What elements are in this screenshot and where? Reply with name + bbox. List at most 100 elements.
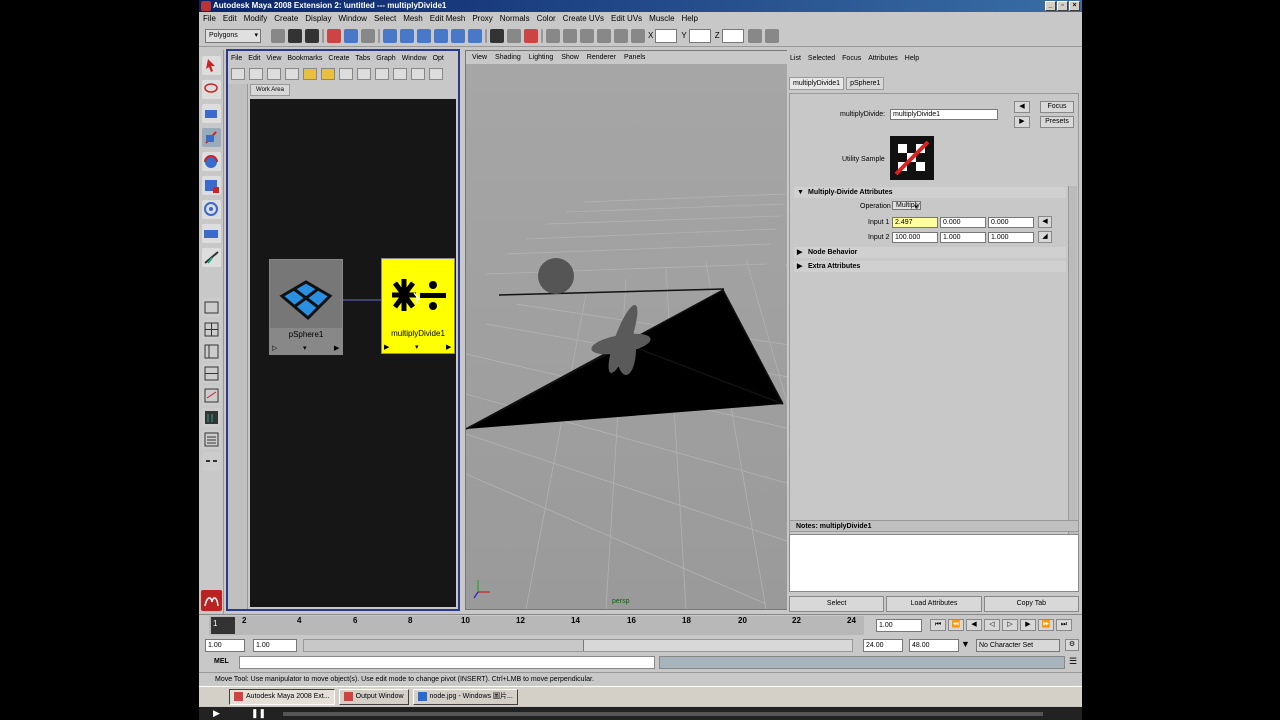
menu-edit-uvs[interactable]: Edit UVs — [611, 14, 642, 23]
ae-menu-selected[interactable]: Selected — [808, 55, 835, 67]
hs-layout-top-icon[interactable] — [249, 68, 263, 80]
step-forward-frame-icon[interactable]: ▶ — [1020, 619, 1036, 631]
menu-create-uvs[interactable]: Create UVs — [563, 14, 604, 23]
paint-select-tool-icon[interactable] — [202, 104, 221, 123]
z-input[interactable] — [721, 28, 744, 43]
mel-label[interactable]: MEL — [214, 658, 229, 665]
x-input[interactable] — [655, 28, 678, 43]
layout-four-icon[interactable] — [202, 320, 221, 339]
hs-io-conn-icon[interactable] — [411, 68, 425, 80]
tab-psphere1[interactable]: pSphere1 — [846, 77, 885, 90]
playback-start-field[interactable]: 1.00 — [253, 639, 297, 652]
render-settings-icon[interactable] — [524, 28, 538, 43]
node-expand-left-icon[interactable]: ▷ — [272, 344, 277, 352]
hs-layout-bottom-icon[interactable] — [267, 68, 281, 80]
attribute-editor-toggle-icon[interactable] — [614, 28, 628, 43]
step-forward-key-icon[interactable]: ⏩ — [1038, 619, 1054, 631]
go-to-end-icon[interactable]: ⏭ — [1056, 619, 1072, 631]
section-extra-attributes[interactable]: ▶ Extra Attributes — [794, 261, 1066, 272]
render-icon[interactable] — [490, 28, 504, 43]
input2-map-icon[interactable]: ◢ — [1038, 231, 1052, 243]
node-expand-icon[interactable]: ▾ — [415, 343, 419, 351]
hs-menu-options[interactable]: Opt — [433, 55, 444, 62]
minimize-button[interactable]: _ — [1045, 1, 1056, 11]
menu-select[interactable]: Select — [374, 14, 396, 23]
layout-persp-graph-hs-icon[interactable] — [202, 408, 221, 427]
menu-set-dropdown[interactable]: Polygons — [205, 28, 261, 43]
select-component-icon[interactable] — [361, 28, 375, 43]
range-start-field[interactable]: 1.00 — [205, 639, 245, 652]
layout-single-icon[interactable] — [202, 298, 221, 317]
input2-z-field[interactable]: 1.000 — [988, 232, 1034, 243]
current-time-field[interactable]: 1.00 — [876, 619, 922, 632]
menu-muscle[interactable]: Muscle — [649, 14, 674, 23]
vp-menu-panels[interactable]: Panels — [624, 54, 645, 61]
snap-grid-icon[interactable] — [383, 28, 397, 43]
vp-menu-view[interactable]: View — [472, 54, 487, 61]
show-manip-tool-icon[interactable] — [202, 248, 221, 267]
work-area-graph[interactable]: pSphere1 ▷ ▾ ▶ multiplyDivide1 ▶ ▾ ▶ — [250, 99, 456, 607]
input1-z-field[interactable]: 0.000 — [988, 217, 1034, 228]
range-bar[interactable] — [303, 639, 853, 652]
hs-graph-materials-icon[interactable] — [375, 68, 389, 80]
taskbar-image-viewer[interactable]: node.jpg - Windows 圖片... — [412, 688, 518, 705]
menu-file[interactable]: File — [203, 14, 216, 23]
hs-menu-bookmarks[interactable]: Bookmarks — [287, 55, 322, 62]
input-ops-icon[interactable] — [546, 28, 560, 43]
layout-outliner-icon[interactable] — [202, 430, 221, 449]
focus-button[interactable]: Focus — [1040, 101, 1074, 113]
range-dropdown-icon[interactable]: ▼ — [961, 639, 970, 649]
channel-box-toggle-icon[interactable] — [597, 28, 611, 43]
hs-menu-view[interactable]: View — [266, 55, 281, 62]
close-button[interactable]: × — [1069, 1, 1080, 11]
hs-menu-tabs[interactable]: Tabs — [355, 55, 370, 62]
vp-menu-shading[interactable]: Shading — [495, 54, 521, 61]
playback-end-field[interactable]: 24.00 — [863, 639, 903, 652]
hs-menu-create[interactable]: Create — [328, 55, 349, 62]
section-node-behavior[interactable]: ▶ Node Behavior — [794, 247, 1066, 258]
tab-work-area[interactable]: Work Area — [250, 84, 290, 96]
make-live-icon[interactable] — [451, 28, 465, 43]
query-icon[interactable] — [468, 28, 482, 43]
menu-proxy[interactable]: Proxy — [472, 14, 492, 23]
ae-menu-focus[interactable]: Focus — [842, 55, 861, 67]
scale-tool-icon[interactable] — [202, 176, 221, 195]
node-output-icon[interactable]: ▶ — [334, 344, 339, 352]
move-tool-icon[interactable] — [202, 128, 221, 147]
input1-y-field[interactable]: 0.000 — [940, 217, 986, 228]
menu-edit[interactable]: Edit — [223, 14, 237, 23]
hs-menu-window[interactable]: Window — [402, 55, 427, 62]
menu-normals[interactable]: Normals — [500, 14, 530, 23]
select-hierarchy-icon[interactable] — [327, 28, 341, 43]
vp-menu-show[interactable]: Show — [561, 54, 579, 61]
hs-layout-both-icon[interactable] — [285, 68, 299, 80]
operation-dropdown[interactable]: Multiply — [892, 201, 921, 210]
open-scene-icon[interactable] — [288, 28, 302, 43]
node-output-icon[interactable]: ▶ — [446, 343, 451, 351]
lasso-tool-icon[interactable] — [202, 80, 221, 99]
menu-create[interactable]: Create — [274, 14, 298, 23]
step-back-key-icon[interactable]: ⏪ — [948, 619, 964, 631]
y-input[interactable] — [688, 28, 711, 43]
hs-forward-icon[interactable] — [321, 68, 335, 80]
select-button[interactable]: Select — [789, 596, 885, 612]
command-input[interactable] — [239, 656, 655, 669]
snap-curve-icon[interactable] — [400, 28, 414, 43]
layout-persp-outliner-icon[interactable] — [202, 342, 221, 361]
taskbar-maya[interactable]: Autodesk Maya 2008 Ext... — [229, 688, 335, 705]
pause-icon[interactable]: ❚❚ — [251, 708, 266, 719]
node-expand-left-icon[interactable]: ▶ — [384, 343, 389, 351]
ae-menu-help[interactable]: Help — [905, 55, 919, 67]
time-slider-track[interactable]: 2 4 6 8 10 12 14 16 18 20 22 24 — [209, 616, 864, 635]
node-expand-icon[interactable]: ▾ — [303, 344, 307, 352]
script-editor-icon[interactable]: ☰ — [1069, 656, 1077, 667]
universal-manip-icon[interactable] — [202, 200, 221, 219]
ae-menu-list[interactable]: List — [790, 55, 801, 67]
hs-rearrange-icon[interactable] — [357, 68, 371, 80]
node-name-field[interactable]: multiplyDivide1 — [890, 109, 998, 120]
range-handle[interactable] — [304, 640, 584, 651]
hs-input-conn-icon[interactable] — [393, 68, 407, 80]
go-to-start-icon[interactable]: ⏮ — [930, 619, 946, 631]
current-frame-marker[interactable]: 1 — [211, 617, 235, 634]
hs-menu-file[interactable]: File — [231, 55, 242, 62]
